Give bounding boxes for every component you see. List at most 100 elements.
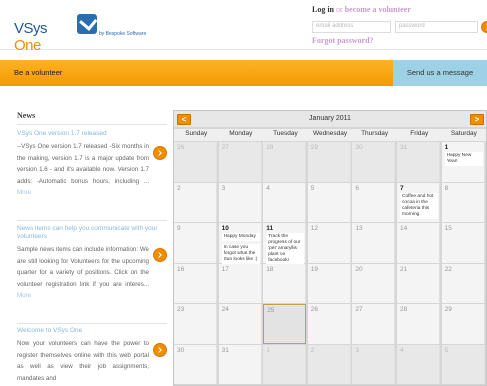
- news-heading: News: [17, 111, 36, 120]
- next-month-button[interactable]: >: [470, 114, 484, 125]
- calendar-day-cell[interactable]: 1: [263, 344, 307, 384]
- news-item: Welcome to VSys One Now your volunteers …: [17, 327, 167, 384]
- calendar-day-cell[interactable]: 29: [441, 304, 485, 344]
- day-number: 7: [400, 184, 404, 192]
- calendar-event[interactable]: Coffee and hot cocoa in the cafeteria th…: [400, 192, 438, 219]
- calendar-day-cell[interactable]: 30: [174, 344, 217, 384]
- more-link[interactable]: More: [17, 292, 31, 299]
- day-number: 3: [221, 184, 226, 192]
- day-number: 20: [355, 265, 363, 273]
- calendar-day-cell[interactable]: 14: [397, 223, 440, 263]
- calendar-day-cell[interactable]: 13: [352, 223, 396, 263]
- logo-tagline: by Bespoke Software: [99, 31, 147, 37]
- forgot-password-link[interactable]: Forgot password?: [312, 36, 374, 45]
- news-panel: News VSys One version 1.7 released --VSy…: [10, 98, 167, 386]
- day-number: 4: [400, 346, 404, 354]
- calendar-day-cell[interactable]: 27: [218, 142, 262, 182]
- calendar-event[interactable]: Happy Monday: [221, 233, 260, 241]
- email-field[interactable]: email address: [312, 21, 391, 33]
- become-volunteer-link[interactable]: become a volunteer: [345, 5, 411, 14]
- calendar-day-cell[interactable]: 5: [441, 344, 485, 384]
- day-number: 27: [221, 144, 229, 151]
- weekday-label: Thursday: [361, 130, 389, 137]
- day-number: 23: [177, 306, 185, 313]
- day-number: 22: [444, 265, 452, 273]
- day-number: 30: [177, 346, 185, 354]
- calendar-day-cell[interactable]: 31: [397, 142, 440, 182]
- login-link[interactable]: Log in: [312, 5, 334, 14]
- calendar-day-cell[interactable]: 6: [352, 182, 396, 222]
- previous-month-button[interactable]: <: [177, 114, 191, 125]
- calendar-day-cell[interactable]: 25: [263, 304, 307, 344]
- day-number: 9: [177, 225, 181, 232]
- weekday-label: Saturday: [450, 130, 477, 137]
- calendar-event[interactable]: Happy New Year!: [444, 152, 483, 166]
- calendar-day-cell[interactable]: 3: [218, 182, 262, 222]
- divider: [17, 220, 167, 221]
- login-submit-button[interactable]: [481, 21, 487, 33]
- calendar-day-cell[interactable]: 10 Happy Monday In case you forgot what th…: [218, 223, 262, 287]
- calendar-day-cell[interactable]: 16: [174, 263, 217, 303]
- day-number: 6: [355, 184, 360, 192]
- day-number: 29: [310, 144, 319, 151]
- calendar-day-cell[interactable]: 30: [352, 142, 396, 182]
- day-number: 17: [221, 265, 229, 273]
- site-header: VSys One by Bespoke Software Log in or b…: [0, 0, 487, 54]
- calendar-day-cell[interactable]: 17: [218, 263, 262, 303]
- calendar-day-cell[interactable]: 28: [397, 304, 440, 344]
- calendar-day-cell[interactable]: 24: [218, 304, 262, 344]
- news-item-title[interactable]: News items can help you communicate with…: [17, 225, 167, 241]
- calendar-day-cell[interactable]: 12: [307, 223, 351, 263]
- calendar-day-cell[interactable]: 26: [307, 304, 351, 344]
- calendar-day-cell[interactable]: 1 Happy New Year!: [441, 142, 485, 182]
- more-link[interactable]: More: [17, 189, 31, 196]
- read-more-arrow-icon[interactable]: [153, 146, 167, 160]
- day-number: 2: [177, 184, 181, 192]
- read-more-arrow-icon[interactable]: [153, 248, 167, 262]
- calendar-day-cell[interactable]: 27: [352, 304, 396, 344]
- weekday-header-row: Sunday Monday Tuesday Wednesday Thursday Frid…: [174, 129, 486, 141]
- calendar-day-cell[interactable]: 26: [174, 142, 217, 182]
- calendar-day-cell[interactable]: 3: [352, 344, 396, 384]
- news-item-title[interactable]: VSys One version 1.7 released: [17, 130, 167, 138]
- news-item-title[interactable]: Welcome to VSys One: [17, 327, 167, 335]
- be-volunteer-link[interactable]: Be a volunteer: [14, 68, 62, 77]
- password-field[interactable]: password: [395, 21, 478, 33]
- day-number: 10: [221, 225, 229, 232]
- calendar-day-cell[interactable]: 5: [307, 182, 351, 222]
- calendar-day-cell[interactable]: 4: [263, 182, 307, 222]
- calendar-day-cell[interactable]: 11 Track the progress of our 'pet' amaryl…: [263, 223, 307, 265]
- news-item-body: Sample news items can include informatio…: [17, 246, 149, 299]
- calendar-day-cell[interactable]: 31: [218, 344, 262, 384]
- day-number: 14: [400, 225, 408, 232]
- day-number: 12: [310, 225, 319, 232]
- weekday-label: Monday: [229, 130, 253, 137]
- weekday-label: Tuesday: [273, 130, 298, 137]
- calendar-day-cell[interactable]: 19: [307, 263, 351, 303]
- calendar-day-cell[interactable]: 7 Coffee and hot cocoa in the cafeteria t…: [397, 182, 440, 222]
- news-item: VSys One version 1.7 released --VSys One…: [17, 130, 167, 199]
- calendar-day-cell[interactable]: 28: [263, 142, 307, 182]
- day-number: 3: [355, 346, 360, 354]
- calendar-day-cell[interactable]: 23: [174, 304, 217, 344]
- calendar-day-cell[interactable]: 9: [174, 223, 217, 263]
- calendar-day-cell[interactable]: 29: [307, 142, 351, 182]
- day-number: 15: [444, 225, 452, 232]
- calendar-day-cell[interactable]: 2: [174, 182, 217, 222]
- calendar-day-cell[interactable]: 20: [352, 263, 396, 303]
- calendar-day-cell[interactable]: 8: [441, 182, 485, 222]
- calendar-day-cell[interactable]: 21: [397, 263, 440, 303]
- read-more-arrow-icon[interactable]: [153, 343, 167, 357]
- day-number: 19: [310, 265, 319, 273]
- calendar-day-cell[interactable]: 18: [263, 263, 307, 303]
- calendar-day-cell[interactable]: 4: [397, 344, 440, 384]
- day-number: 25: [267, 307, 275, 314]
- send-message-button[interactable]: Send us a message: [393, 60, 487, 86]
- calendar-event[interactable]: Track the progress of our 'pet' amarylli…: [266, 233, 305, 265]
- day-number: 18: [266, 265, 274, 273]
- calendar-day-cell[interactable]: 22: [441, 263, 485, 303]
- calendar-day-cell[interactable]: 15: [441, 223, 485, 263]
- calendar-day-cell[interactable]: 2: [307, 344, 351, 384]
- day-number: 1: [266, 346, 270, 354]
- calendar-event[interactable]: In case you forgot what the Sun looks li…: [221, 244, 260, 264]
